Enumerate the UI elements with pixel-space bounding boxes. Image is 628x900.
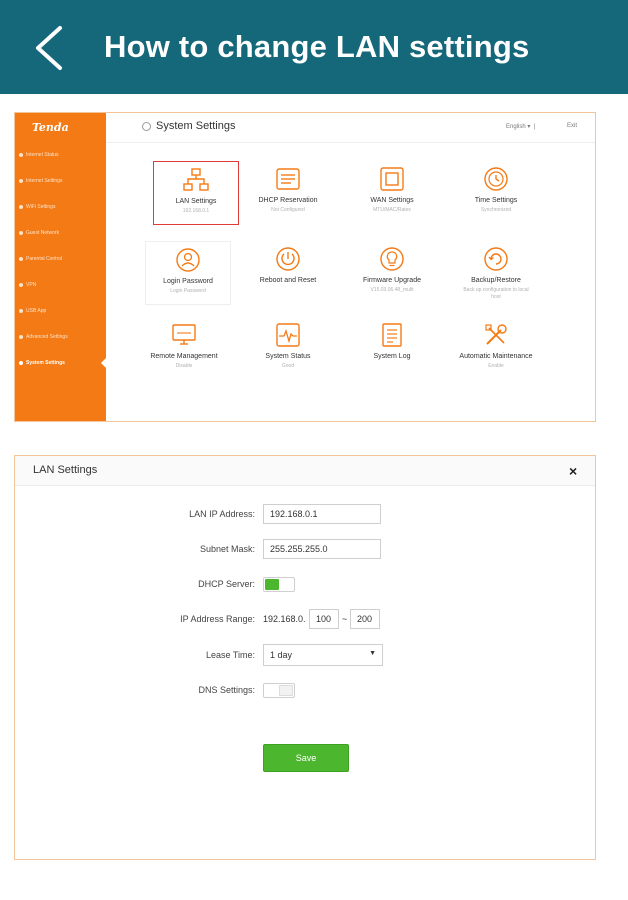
wrench-icon xyxy=(19,335,23,339)
parental-icon xyxy=(19,257,23,261)
dhcp-icon xyxy=(276,168,300,190)
tile-sub: 192.168.0.1 xyxy=(182,208,210,214)
tile-sub: Login Password xyxy=(170,288,206,294)
tile-label: Time Settings xyxy=(474,197,518,204)
toggle-knob xyxy=(265,579,279,590)
exit-link[interactable]: Exit xyxy=(567,123,577,129)
lan-icon xyxy=(183,168,209,191)
wifi-icon xyxy=(19,205,23,209)
system-settings-title: System Settings xyxy=(142,120,235,132)
sidebar-item-internet-status[interactable]: Internet Status xyxy=(19,149,59,161)
sidebar-item-usb-app[interactable]: USB App xyxy=(19,305,46,317)
system-settings-header: System Settings English ▾ | Exit xyxy=(106,113,595,143)
gear-icon xyxy=(142,121,151,131)
tile-label: WAN Settings xyxy=(370,197,414,204)
tile-label: Remote Management xyxy=(150,353,218,360)
tile-label: System Log xyxy=(373,353,411,360)
tile-system-log[interactable]: System Log xyxy=(349,317,435,381)
tile-reboot-reset[interactable]: Reboot and Reset xyxy=(245,241,331,305)
usb-icon xyxy=(19,309,23,313)
tile-automatic-maintenance[interactable]: Automatic Maintenance Enable xyxy=(453,317,539,381)
range-separator: ~ xyxy=(342,614,348,624)
tile-sub: Not Configured xyxy=(271,207,305,213)
dhcp-server-toggle[interactable] xyxy=(263,577,295,592)
language-select[interactable]: English ▾ | xyxy=(506,123,535,130)
vpn-icon xyxy=(19,283,23,287)
lease-time-label: Lease Time: xyxy=(205,650,255,660)
ip-range-start-input[interactable]: 100 xyxy=(309,609,339,629)
power-icon xyxy=(276,247,300,271)
tile-login-password[interactable]: Login Password Login Password xyxy=(145,241,231,305)
page-title: How to change LAN settings xyxy=(104,29,530,64)
backup-icon xyxy=(484,247,508,271)
tile-label: DHCP Reservation xyxy=(258,197,318,204)
lan-ip-input[interactable]: 192.168.0.1 xyxy=(263,504,381,524)
tile-backup-restore[interactable]: Backup/Restore Back up configuration to … xyxy=(453,241,539,305)
tile-label: Firmware Upgrade xyxy=(363,277,421,284)
dhcp-server-label: DHCP Server: xyxy=(198,579,255,589)
internet-status-icon xyxy=(19,153,23,157)
sidebar-item-guest-network[interactable]: Guest Network xyxy=(19,227,59,239)
tile-sub: Back up configuration to local host xyxy=(463,287,529,300)
ip-range-end-input[interactable]: 200 xyxy=(350,609,380,629)
subnet-mask-label: Subnet Mask: xyxy=(199,544,255,554)
tools-icon xyxy=(485,324,507,345)
dialog-header: LAN Settings × xyxy=(15,456,595,486)
close-icon[interactable]: × xyxy=(569,463,577,479)
lan-ip-label: LAN IP Address: xyxy=(189,509,255,519)
sidebar-item-parental-control[interactable]: Parental Control xyxy=(19,253,62,265)
log-icon xyxy=(382,323,402,347)
dns-settings-label: DNS Settings: xyxy=(198,685,255,695)
tile-label: System Status xyxy=(265,353,311,360)
tile-sub: V15.03.06.48_multi xyxy=(370,287,414,293)
clock-icon xyxy=(484,167,508,191)
tile-label: LAN Settings xyxy=(175,198,217,205)
toggle-knob xyxy=(279,685,293,696)
tile-label: Login Password xyxy=(163,278,213,285)
tile-wan-settings[interactable]: WAN Settings MTU/MAC/Rates xyxy=(349,161,435,225)
tile-sub: Disable xyxy=(175,363,193,369)
tile-label: Backup/Restore xyxy=(471,277,521,284)
header-bar: How to change LAN settings xyxy=(0,0,628,94)
back-arrow-icon[interactable] xyxy=(30,24,70,72)
lease-time-select[interactable]: 1 day ▼ xyxy=(263,644,383,666)
monitor-icon xyxy=(172,324,196,345)
sidebar-item-advanced-settings[interactable]: Advanced Settings xyxy=(19,331,68,343)
tile-sub: Enable xyxy=(488,363,504,369)
tile-dhcp-reservation[interactable]: DHCP Reservation Not Configured xyxy=(245,161,331,225)
lan-settings-dialog: LAN Settings × LAN IP Address: 192.168.0… xyxy=(14,455,596,860)
tile-label: Automatic Maintenance xyxy=(459,353,533,360)
gear-icon xyxy=(19,361,23,365)
wan-icon xyxy=(380,167,404,191)
save-button[interactable]: Save xyxy=(263,744,349,772)
active-indicator xyxy=(101,358,106,368)
tile-time-settings[interactable]: Time Settings Synchronized xyxy=(453,161,539,225)
tile-remote-management[interactable]: Remote Management Disable xyxy=(141,317,227,381)
sidebar-item-wifi-settings[interactable]: WiFi Settings xyxy=(19,201,55,213)
globe-icon xyxy=(19,179,23,183)
user-lock-icon xyxy=(176,248,200,272)
dns-settings-toggle[interactable] xyxy=(263,683,295,698)
tile-label: Reboot and Reset xyxy=(259,277,317,284)
chevron-down-icon: ▼ xyxy=(369,650,376,657)
tile-firmware-upgrade[interactable]: Firmware Upgrade V15.03.06.48_multi xyxy=(349,241,435,305)
router-sidebar: Tenda Internet Status Internet Settings … xyxy=(15,113,106,421)
tile-sub: Synchronized xyxy=(480,207,512,213)
ip-range-prefix: 192.168.0. xyxy=(263,614,306,624)
pulse-icon xyxy=(276,323,300,347)
ip-range-label: IP Address Range: xyxy=(180,614,255,624)
tile-sub: MTU/MAC/Rates xyxy=(373,207,411,213)
lightbulb-icon xyxy=(380,247,404,271)
sidebar-item-internet-settings[interactable]: Internet Settings xyxy=(19,175,62,187)
dialog-title: LAN Settings xyxy=(33,464,98,476)
tile-system-status[interactable]: System Status Good xyxy=(245,317,331,381)
sidebar-item-vpn[interactable]: VPN xyxy=(19,279,36,291)
tile-sub: Good xyxy=(281,363,295,369)
subnet-mask-input[interactable]: 255.255.255.0 xyxy=(263,539,381,559)
guest-icon xyxy=(19,231,23,235)
tile-lan-settings[interactable]: LAN Settings 192.168.0.1 xyxy=(153,161,239,225)
system-settings-panel: Tenda Internet Status Internet Settings … xyxy=(14,112,596,422)
sidebar-item-system-settings[interactable]: System Settings xyxy=(19,357,65,369)
tenda-logo: Tenda xyxy=(32,121,69,134)
